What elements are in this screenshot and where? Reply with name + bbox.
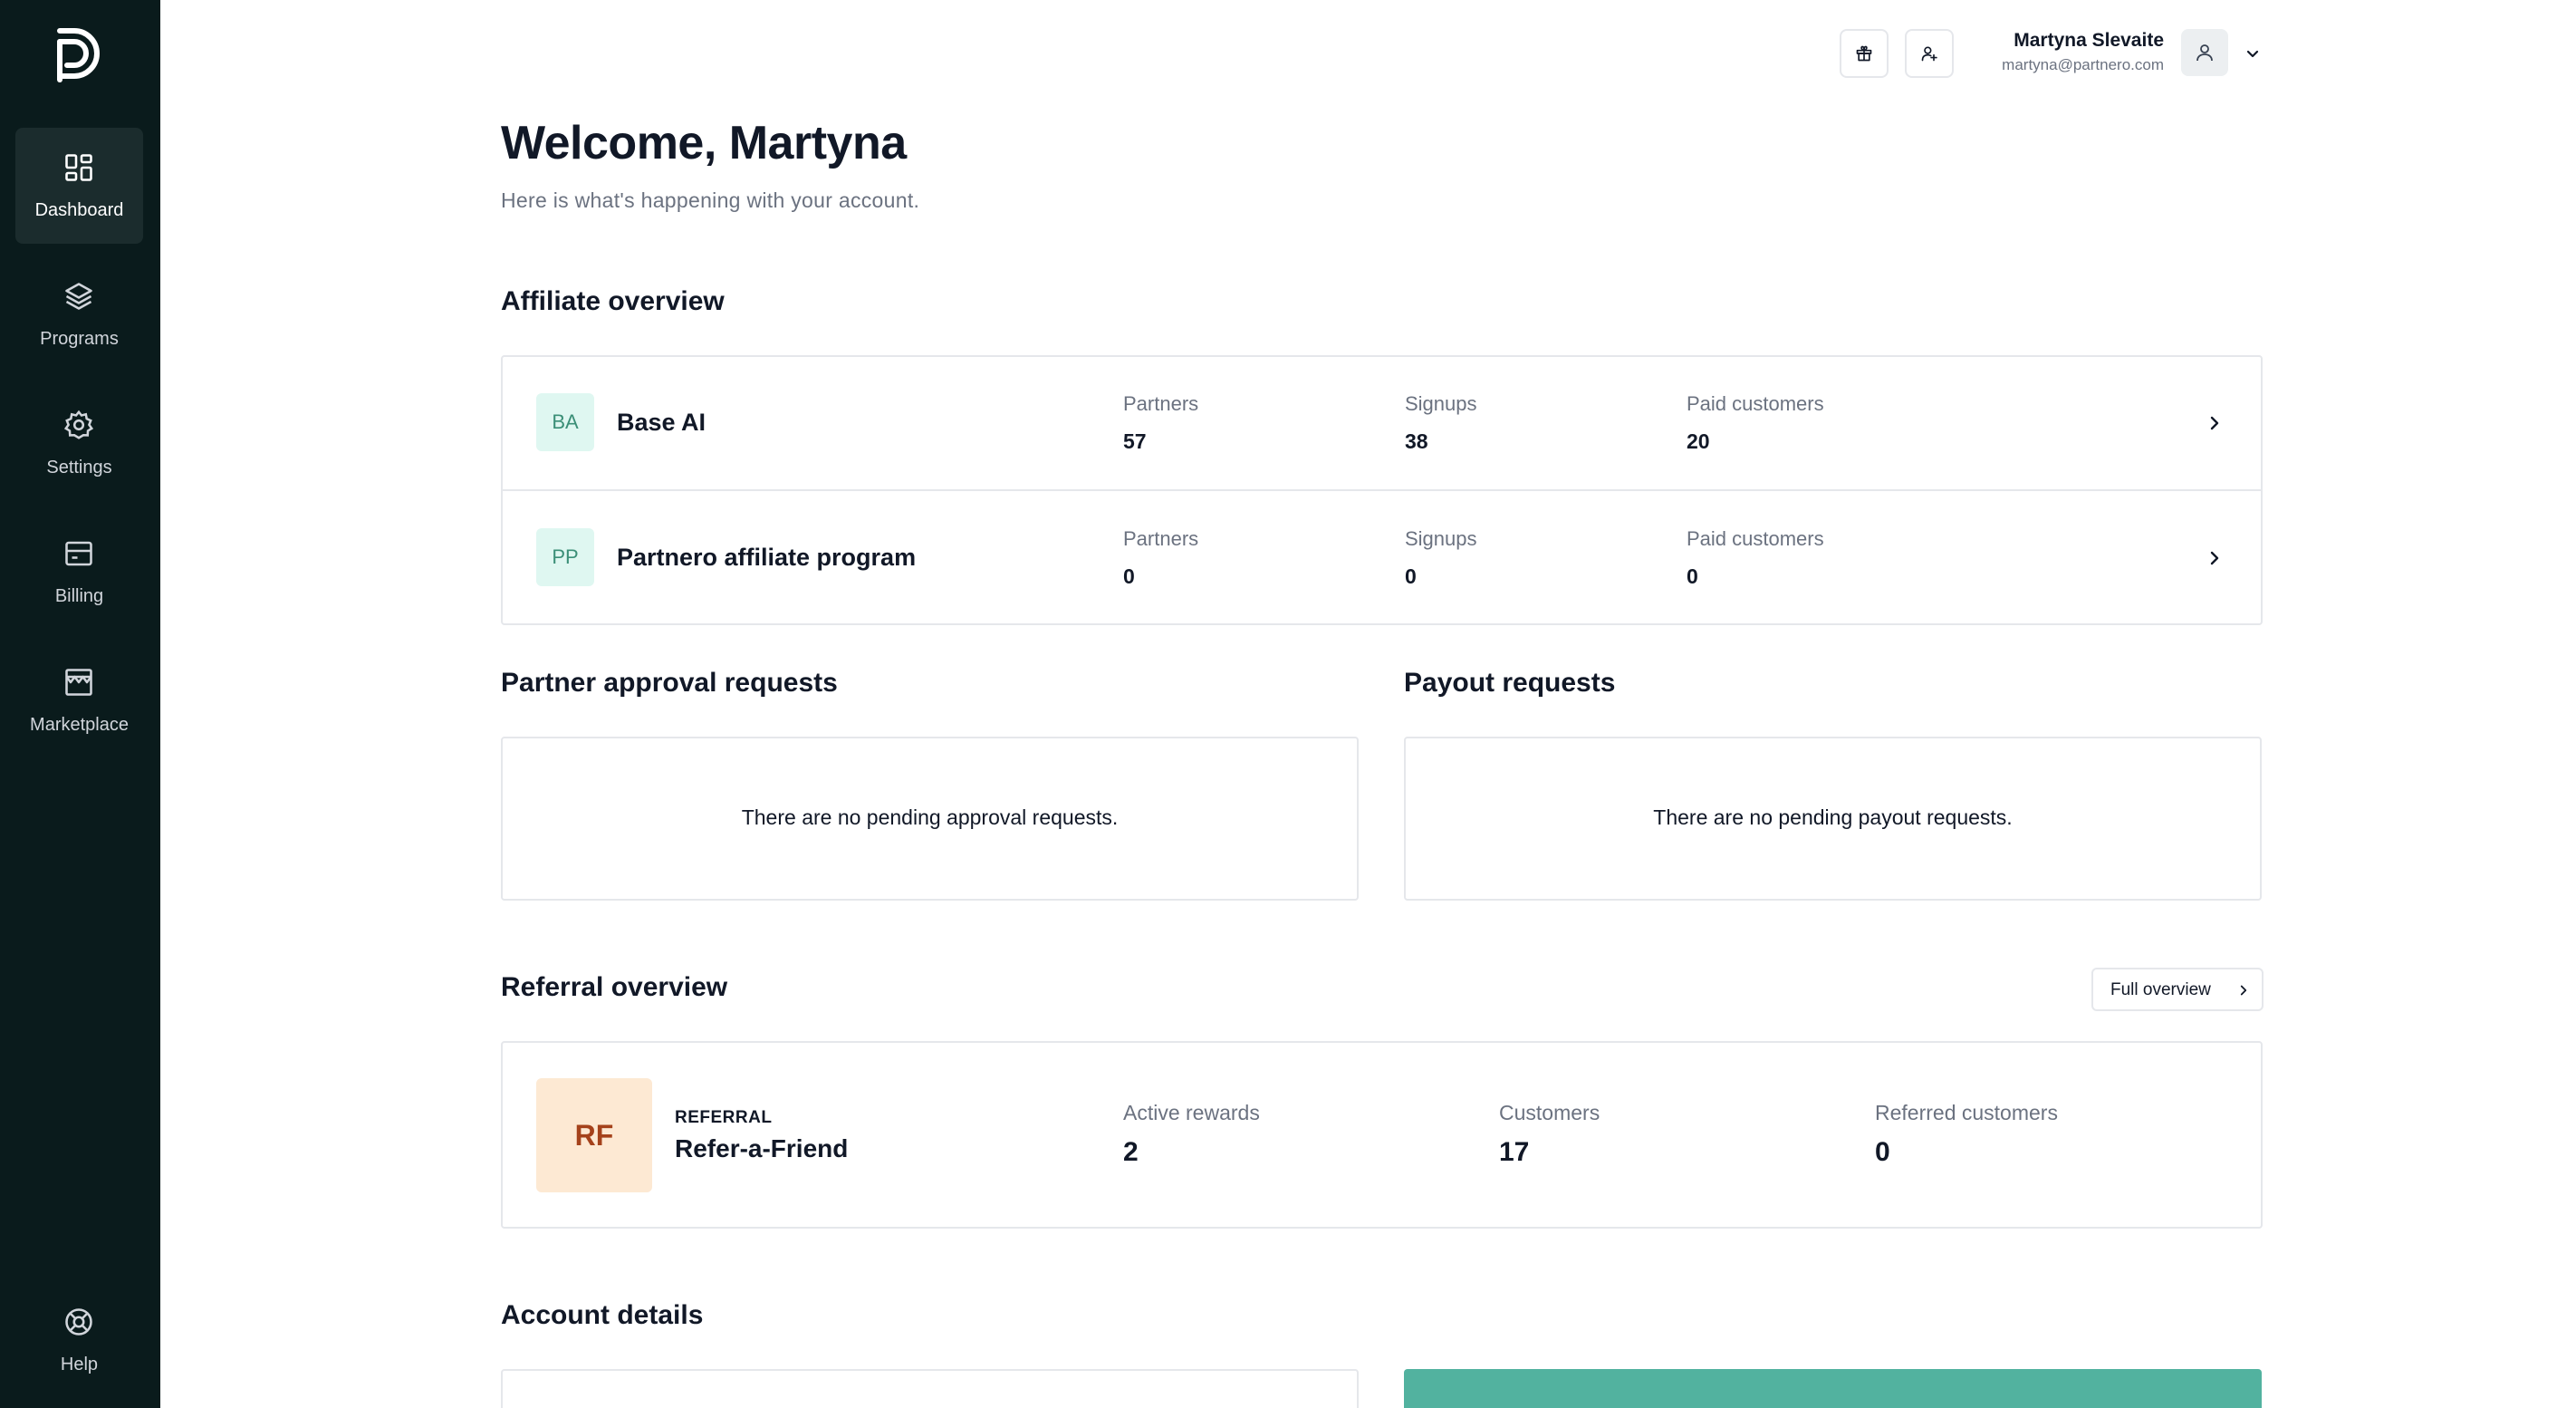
sidebar-item-label: Programs — [40, 329, 119, 349]
invite-user-button[interactable] — [1905, 29, 1954, 78]
user-email: martyna@partnero.com — [2002, 56, 2164, 73]
page-subtitle: Here is what's happening with your accou… — [501, 188, 920, 212]
paid-customers-value: 0 — [1687, 564, 1698, 588]
store-icon — [65, 669, 92, 696]
account-details-title: Account details — [501, 1300, 704, 1330]
page-title: Welcome, Martyna — [501, 117, 907, 169]
sidebar-item-marketplace[interactable]: Marketplace — [15, 642, 143, 758]
partners-value: 0 — [1123, 564, 1135, 588]
active-rewards-value: 2 — [1123, 1137, 1139, 1167]
signups-label: Signups — [1405, 527, 1477, 550]
sidebar-item-label: Billing — [54, 586, 104, 606]
payout-empty-message: There are no pending payout requests. — [1653, 805, 2013, 829]
partners-label: Partners — [1123, 527, 1199, 550]
approval-empty-message: There are no pending approval requests. — [741, 805, 1119, 829]
dashboard-icon — [65, 154, 92, 181]
referred-customers-label: Referred customers — [1875, 1101, 2058, 1124]
user-name[interactable]: Martyna Slevaite — [2014, 30, 2164, 52]
affiliate-overview-card — [501, 355, 2263, 625]
sidebar-item-dashboard[interactable]: Dashboard — [15, 128, 143, 244]
affiliate-overview-title: Affiliate overview — [501, 286, 725, 316]
gift-icon — [1856, 45, 1872, 62]
sidebar: Dashboard Programs Settings Billing Mark… — [0, 0, 160, 1408]
layers-icon — [65, 283, 92, 310]
sidebar-item-label: Marketplace — [30, 715, 129, 735]
sidebar-item-label: Dashboard — [34, 200, 124, 220]
referred-customers-value: 0 — [1875, 1137, 1890, 1167]
avatar[interactable] — [2181, 29, 2228, 76]
signups-value: 0 — [1405, 564, 1417, 588]
divider — [503, 489, 2261, 491]
full-overview-label: Full overview — [2110, 980, 2211, 999]
active-rewards-label: Active rewards — [1123, 1101, 1260, 1124]
paid-customers-value: 20 — [1687, 429, 1710, 453]
signups-value: 38 — [1405, 429, 1428, 453]
sidebar-item-help[interactable]: Help — [15, 1282, 143, 1398]
customers-value: 17 — [1499, 1137, 1530, 1167]
sidebar-item-label: Settings — [46, 458, 112, 477]
approval-requests-title: Partner approval requests — [501, 668, 838, 698]
gear-icon — [63, 410, 94, 439]
referral-badge: RF — [536, 1078, 652, 1192]
billing-icon — [65, 541, 92, 566]
chevron-down-icon[interactable] — [2242, 43, 2264, 64]
full-overview-button[interactable]: Full overview — [2091, 968, 2264, 1011]
gift-button[interactable] — [1840, 29, 1889, 78]
lifebuoy-icon — [65, 1308, 92, 1336]
signups-label: Signups — [1405, 392, 1477, 415]
account-plan-card — [1404, 1369, 2262, 1408]
program-name: Base AI — [617, 409, 706, 436]
referral-kicker: REFERRAL — [675, 1108, 773, 1127]
chevron-right-icon[interactable] — [2204, 547, 2225, 569]
user-icon — [2196, 44, 2213, 62]
sidebar-item-programs[interactable]: Programs — [15, 256, 143, 372]
paid-customers-label: Paid customers — [1687, 392, 1824, 415]
program-name: Partnero affiliate program — [617, 544, 917, 571]
sidebar-item-billing[interactable]: Billing — [15, 514, 143, 630]
partnero-logo[interactable] — [54, 25, 105, 85]
referral-overview-title: Referral overview — [501, 972, 728, 1002]
partners-value: 57 — [1123, 429, 1147, 453]
account-details-card — [501, 1369, 1359, 1408]
sidebar-item-settings[interactable]: Settings — [15, 385, 143, 501]
approval-requests-card: There are no pending approval requests. — [501, 737, 1359, 901]
chevron-right-icon[interactable] — [2204, 412, 2225, 434]
payout-requests-title: Payout requests — [1404, 668, 1616, 698]
referral-program-name: Refer-a-Friend — [675, 1134, 849, 1162]
customers-label: Customers — [1499, 1101, 1600, 1124]
chevron-right-icon — [2240, 985, 2247, 996]
payout-requests-card: There are no pending payout requests. — [1404, 737, 2262, 901]
paid-customers-label: Paid customers — [1687, 527, 1824, 550]
sidebar-item-label: Help — [60, 1355, 99, 1374]
program-badge: BA — [536, 393, 594, 451]
program-badge: PP — [536, 528, 594, 586]
user-plus-icon — [1921, 46, 1937, 62]
partners-label: Partners — [1123, 392, 1199, 415]
